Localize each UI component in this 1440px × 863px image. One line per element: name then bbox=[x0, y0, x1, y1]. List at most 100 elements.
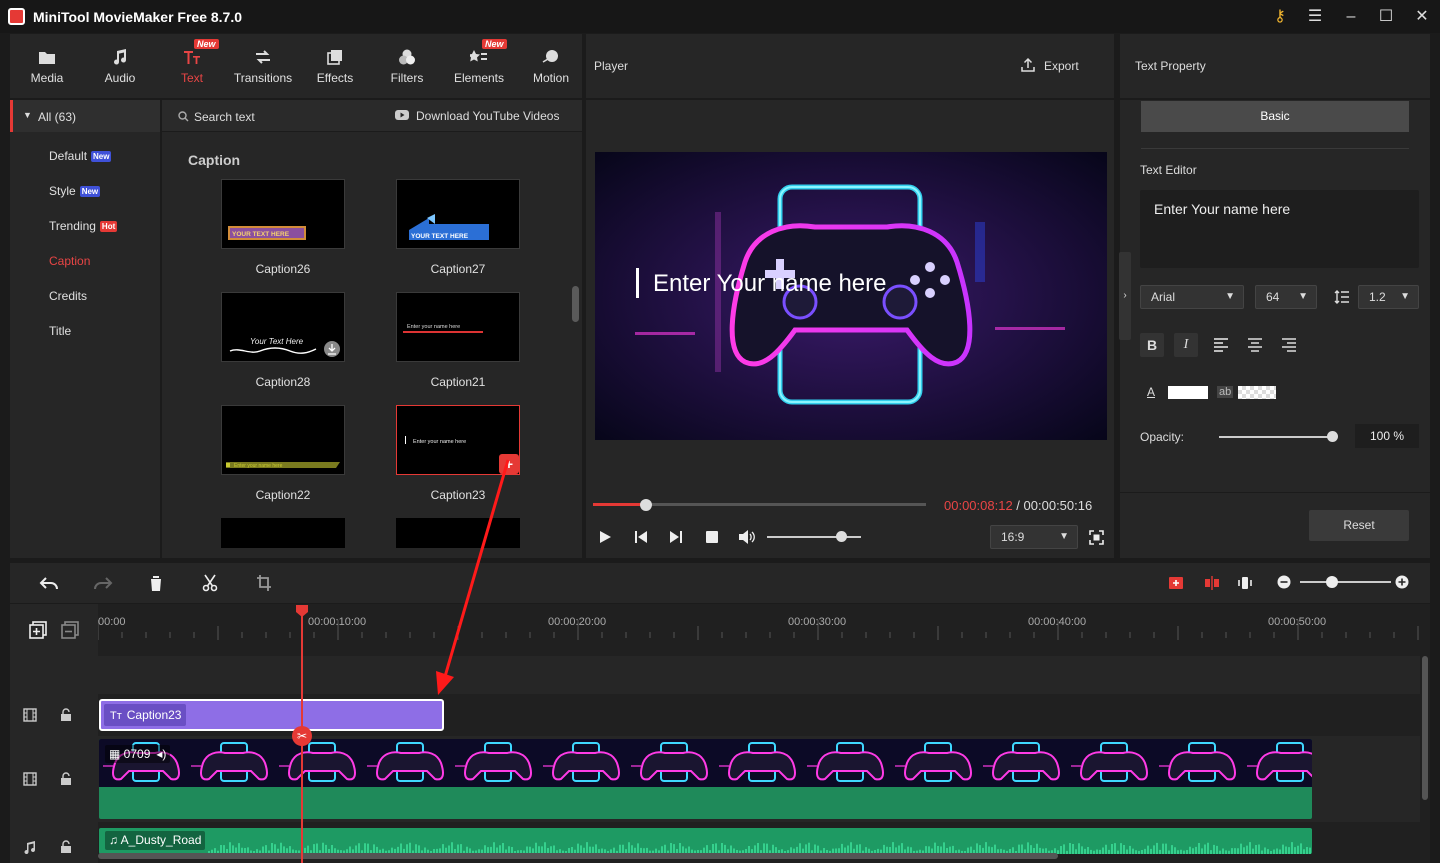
text-editor-input[interactable]: Enter Your name here bbox=[1140, 190, 1419, 268]
maximize-button[interactable]: ☐ bbox=[1376, 7, 1396, 27]
search-input[interactable]: Search text bbox=[194, 110, 255, 124]
preview-text: YOUR TEXT HERE bbox=[411, 233, 469, 240]
text-color-swatch[interactable] bbox=[1168, 386, 1208, 399]
caption-thumb-27[interactable]: YOUR TEXT HERE bbox=[396, 179, 520, 249]
audio-clip[interactable]: ♫ A_Dusty_Road bbox=[99, 828, 1312, 854]
align-left-icon[interactable] bbox=[1213, 337, 1229, 353]
fullscreen-icon[interactable] bbox=[1089, 530, 1104, 545]
playhead-handle[interactable] bbox=[295, 604, 309, 618]
new-badge: New bbox=[79, 186, 101, 197]
timeline-vertical-scrollbar[interactable] bbox=[1422, 656, 1428, 800]
category-label: Trending bbox=[49, 219, 96, 233]
bold-button[interactable]: B bbox=[1140, 333, 1164, 357]
remove-track-icon[interactable] bbox=[61, 621, 79, 639]
opacity-label: Opacity: bbox=[1140, 430, 1185, 444]
align-right-icon[interactable] bbox=[1281, 337, 1297, 353]
caption-thumb-21[interactable]: Enter your name here bbox=[396, 292, 520, 362]
lock-icon[interactable] bbox=[60, 772, 72, 786]
zoom-handle[interactable] bbox=[1325, 576, 1338, 588]
category-style[interactable]: Style New bbox=[49, 184, 101, 198]
delete-icon[interactable] bbox=[148, 574, 164, 592]
text-clip[interactable]: Tт Caption23 bbox=[99, 699, 444, 731]
category-title[interactable]: Title bbox=[49, 324, 71, 338]
play-icon[interactable] bbox=[598, 530, 612, 544]
export-button[interactable]: Export bbox=[1020, 56, 1090, 76]
gallery-scrollbar[interactable] bbox=[572, 286, 579, 322]
split-scissors-icon[interactable] bbox=[202, 574, 218, 592]
font-size-select[interactable]: 64 ▼ bbox=[1255, 285, 1317, 309]
tab-effects[interactable]: Effects bbox=[300, 34, 370, 98]
category-default[interactable]: Default New bbox=[49, 149, 112, 163]
timeline-horizontal-scrollbar[interactable] bbox=[98, 853, 1058, 859]
music-note-icon bbox=[114, 49, 127, 65]
progress-fill bbox=[593, 503, 647, 506]
preview-text: Enter your name here bbox=[413, 439, 466, 445]
tab-elements[interactable]: New Elements bbox=[444, 34, 514, 98]
video-preview[interactable]: Enter Your name here bbox=[595, 152, 1107, 440]
background-color-swatch[interactable] bbox=[1238, 386, 1276, 399]
font-select[interactable]: Arial ▼ bbox=[1140, 285, 1244, 309]
zoom-in-icon[interactable] bbox=[1395, 575, 1409, 589]
italic-button[interactable]: I bbox=[1174, 333, 1198, 357]
folder-icon bbox=[39, 52, 55, 64]
audio-waveform-icon[interactable] bbox=[1237, 574, 1253, 592]
crop-icon[interactable] bbox=[256, 574, 272, 592]
add-track-icon[interactable] bbox=[29, 621, 47, 639]
key-icon[interactable]: ⚷ bbox=[1270, 7, 1290, 27]
previous-frame-icon[interactable] bbox=[634, 530, 648, 544]
zoom-out-icon[interactable] bbox=[1277, 575, 1291, 589]
undo-icon[interactable] bbox=[39, 575, 59, 593]
collapse-panel-button[interactable]: › bbox=[1119, 252, 1131, 340]
redo-icon[interactable] bbox=[93, 575, 113, 593]
caption-preview: Enter your name here bbox=[403, 324, 483, 333]
category-credits[interactable]: Credits bbox=[49, 289, 87, 303]
zoom-track[interactable] bbox=[1300, 581, 1391, 583]
text-editor-label: Text Editor bbox=[1140, 163, 1197, 177]
tab-label: Text bbox=[180, 71, 203, 85]
tab-transitions[interactable]: Transitions bbox=[228, 34, 298, 98]
tab-audio[interactable]: Audio bbox=[85, 34, 155, 98]
preview-text: Enter your name here bbox=[234, 463, 283, 469]
time-separator: / bbox=[1012, 498, 1024, 513]
overlay-text: Enter Your name here bbox=[653, 270, 887, 297]
caption-thumb-28[interactable]: Your Text Here bbox=[221, 292, 345, 362]
caption-thumb-22[interactable]: Enter your name here bbox=[221, 405, 345, 475]
next-frame-icon[interactable] bbox=[669, 530, 683, 544]
split-marker-icon[interactable] bbox=[1204, 574, 1220, 592]
tab-motion[interactable]: Motion bbox=[516, 34, 586, 98]
caption-thumb-26[interactable]: YOUR TEXT HERE bbox=[221, 179, 345, 249]
line-spacing-select[interactable]: 1.2 ▼ bbox=[1358, 285, 1419, 309]
close-button[interactable]: ✕ bbox=[1412, 7, 1432, 27]
ruler-label: 00:00:20:00 bbox=[548, 616, 607, 628]
caption-thumb-partial[interactable] bbox=[221, 518, 345, 548]
volume-icon[interactable] bbox=[738, 529, 756, 545]
video-clip[interactable]: ▦ 0709 ◂) bbox=[99, 739, 1312, 819]
stop-icon[interactable] bbox=[705, 530, 719, 544]
tab-text[interactable]: New Text bbox=[157, 34, 227, 98]
category-trending[interactable]: Trending Hot bbox=[49, 219, 118, 233]
minimize-button[interactable]: – bbox=[1341, 7, 1361, 27]
align-center-icon[interactable] bbox=[1247, 337, 1263, 353]
playhead-scissors-icon[interactable]: ✂ bbox=[292, 726, 312, 746]
tab-filters[interactable]: Filters bbox=[372, 34, 442, 98]
video-thumbnails bbox=[99, 739, 1312, 787]
tab-basic[interactable]: Basic bbox=[1141, 101, 1409, 132]
thumb-label: Caption22 bbox=[255, 488, 311, 502]
film-track-icon bbox=[23, 772, 37, 786]
reset-button[interactable]: Reset bbox=[1309, 510, 1409, 541]
lock-icon[interactable] bbox=[60, 708, 72, 722]
add-marker-icon[interactable] bbox=[1168, 574, 1184, 592]
menu-icon[interactable]: ☰ bbox=[1305, 7, 1325, 27]
opacity-track[interactable] bbox=[1219, 436, 1335, 438]
opacity-handle[interactable] bbox=[1327, 431, 1338, 442]
section-title: Caption bbox=[188, 152, 241, 168]
category-caption[interactable]: Caption bbox=[49, 254, 90, 268]
download-youtube-link[interactable]: Download YouTube Videos bbox=[416, 109, 559, 123]
lock-icon[interactable] bbox=[60, 840, 72, 854]
timeline-toolbar bbox=[10, 563, 1430, 603]
tab-media[interactable]: Media bbox=[12, 34, 82, 98]
category-all[interactable]: ▼ All (63) bbox=[10, 100, 160, 132]
film-icon: ▦ bbox=[109, 747, 124, 761]
aspect-ratio-select[interactable]: 16:9 ▼ bbox=[990, 525, 1078, 549]
opacity-input[interactable]: 100 % bbox=[1355, 424, 1419, 448]
